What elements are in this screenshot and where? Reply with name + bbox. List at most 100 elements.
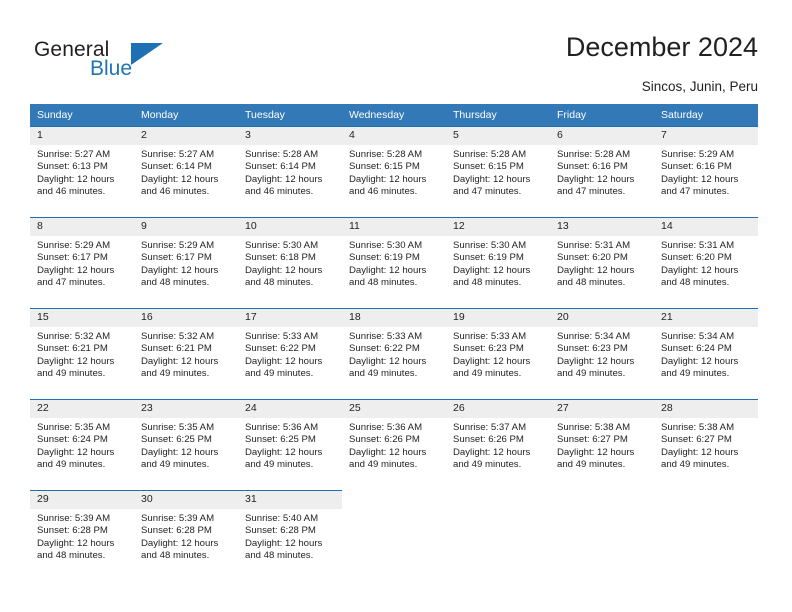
daylight-text-line2: and 47 minutes. [453,186,522,198]
day-details: Sunrise: 5:38 AM Sunset: 6:27 PM Daylight:… [654,418,758,472]
day-cell-inner: 10 Sunrise: 5:30 AM Sunset: 6:18 PM Dayligh… [238,217,342,308]
calendar-day-cell[interactable]: 31 Sunrise: 5:40 AM Sunset: 6:28 PM Dayligh… [238,490,342,581]
sunset-text: Sunset: 6:19 PM [349,252,420,264]
daylight-text-line2: and 48 minutes. [37,550,106,562]
day-number: 4 [342,127,446,145]
day-cell-inner [654,490,758,580]
day-details: Sunrise: 5:29 AM Sunset: 6:17 PM Daylight:… [134,236,238,290]
calendar-day-cell[interactable]: 16 Sunrise: 5:32 AM Sunset: 6:21 PM Dayligh… [134,308,238,399]
calendar-day-cell[interactable]: 8 Sunrise: 5:29 AM Sunset: 6:17 PM Daylight… [30,217,134,308]
sunrise-text: Sunrise: 5:27 AM [37,149,111,160]
calendar-day-cell[interactable]: 17 Sunrise: 5:33 AM Sunset: 6:22 PM Dayligh… [238,308,342,399]
day-cell-inner: 31 Sunrise: 5:40 AM Sunset: 6:28 PM Dayligh… [238,490,342,581]
calendar-day-cell[interactable]: 12 Sunrise: 5:30 AM Sunset: 6:19 PM Dayligh… [446,217,550,308]
calendar-day-cell[interactable]: 1 Sunrise: 5:27 AM Sunset: 6:13 PM Daylight… [30,126,134,217]
calendar-day-cell[interactable]: 21 Sunrise: 5:34 AM Sunset: 6:24 PM Dayligh… [654,308,758,399]
calendar-day-cell[interactable]: 24 Sunrise: 5:36 AM Sunset: 6:25 PM Dayligh… [238,399,342,490]
sunrise-text: Sunrise: 5:38 AM [661,422,735,433]
day-number: 8 [30,218,134,236]
sunrise-text: Sunrise: 5:40 AM [245,513,319,524]
day-details: Sunrise: 5:31 AM Sunset: 6:20 PM Daylight:… [550,236,654,290]
sunrise-text: Sunrise: 5:32 AM [37,331,111,342]
sunrise-text: Sunrise: 5:33 AM [349,331,423,342]
day-details: Sunrise: 5:35 AM Sunset: 6:24 PM Daylight:… [30,418,134,472]
calendar-day-cell[interactable]: 19 Sunrise: 5:33 AM Sunset: 6:23 PM Dayligh… [446,308,550,399]
daylight-text-line1: Daylight: 12 hours [453,264,531,276]
day-cell-inner: 22 Sunrise: 5:35 AM Sunset: 6:24 PM Dayligh… [30,399,134,490]
day-number: 10 [238,218,342,236]
daylight-text-line2: and 47 minutes. [661,186,730,198]
day-number: 11 [342,218,446,236]
day-details: Sunrise: 5:34 AM Sunset: 6:24 PM Daylight:… [654,327,758,381]
calendar-day-cell[interactable]: 10 Sunrise: 5:30 AM Sunset: 6:18 PM Dayligh… [238,217,342,308]
calendar-day-cell[interactable]: 22 Sunrise: 5:35 AM Sunset: 6:24 PM Dayligh… [30,399,134,490]
day-cell-inner: 11 Sunrise: 5:30 AM Sunset: 6:19 PM Dayligh… [342,217,446,308]
daylight-text-line2: and 49 minutes. [661,459,730,471]
calendar-day-cell[interactable]: 15 Sunrise: 5:32 AM Sunset: 6:21 PM Dayligh… [30,308,134,399]
brand-logo[interactable]: General Blue [34,38,234,88]
daylight-text-line1: Daylight: 12 hours [141,173,219,185]
day-cell-inner: 6 Sunrise: 5:28 AM Sunset: 6:16 PM Daylight… [550,126,654,217]
daylight-text-line2: and 48 minutes. [557,277,626,289]
calendar-day-cell[interactable]: 4 Sunrise: 5:28 AM Sunset: 6:15 PM Daylight… [342,126,446,217]
calendar-day-cell[interactable]: 14 Sunrise: 5:31 AM Sunset: 6:20 PM Dayligh… [654,217,758,308]
daylight-text-line1: Daylight: 12 hours [453,446,531,458]
calendar-day-cell[interactable]: 20 Sunrise: 5:34 AM Sunset: 6:23 PM Dayligh… [550,308,654,399]
day-number: 18 [342,309,446,327]
sunset-text: Sunset: 6:26 PM [453,434,524,446]
sunrise-text: Sunrise: 5:29 AM [661,149,735,160]
calendar-day-cell[interactable]: 3 Sunrise: 5:28 AM Sunset: 6:14 PM Daylight… [238,126,342,217]
sunset-text: Sunset: 6:27 PM [557,434,628,446]
daylight-text-line2: and 49 minutes. [37,459,106,471]
sunset-text: Sunset: 6:15 PM [453,161,524,173]
day-details: Sunrise: 5:38 AM Sunset: 6:27 PM Daylight:… [550,418,654,472]
calendar-day-cell[interactable]: 26 Sunrise: 5:37 AM Sunset: 6:26 PM Dayligh… [446,399,550,490]
daylight-text-line1: Daylight: 12 hours [37,446,115,458]
weekday-header-wednesday: Wednesday [342,104,446,126]
calendar-day-cell[interactable]: 29 Sunrise: 5:39 AM Sunset: 6:28 PM Dayligh… [30,490,134,581]
sunset-text: Sunset: 6:27 PM [661,434,732,446]
day-cell-inner: 18 Sunrise: 5:33 AM Sunset: 6:22 PM Dayligh… [342,308,446,399]
calendar-day-cell[interactable]: 23 Sunrise: 5:35 AM Sunset: 6:25 PM Dayligh… [134,399,238,490]
calendar-day-cell[interactable]: 5 Sunrise: 5:28 AM Sunset: 6:15 PM Daylight… [446,126,550,217]
calendar-day-cell[interactable]: 7 Sunrise: 5:29 AM Sunset: 6:16 PM Daylight… [654,126,758,217]
daylight-text-line2: and 49 minutes. [37,368,106,380]
day-number: 7 [654,127,758,145]
daylight-text-line1: Daylight: 12 hours [349,355,427,367]
calendar-day-cell [654,490,758,581]
calendar-day-cell[interactable]: 28 Sunrise: 5:38 AM Sunset: 6:27 PM Dayligh… [654,399,758,490]
day-cell-inner: 4 Sunrise: 5:28 AM Sunset: 6:15 PM Daylight… [342,126,446,217]
day-details: Sunrise: 5:27 AM Sunset: 6:14 PM Daylight:… [134,145,238,199]
day-details: Sunrise: 5:40 AM Sunset: 6:28 PM Daylight:… [238,509,342,563]
day-details: Sunrise: 5:32 AM Sunset: 6:21 PM Daylight:… [134,327,238,381]
calendar-day-cell[interactable]: 9 Sunrise: 5:29 AM Sunset: 6:17 PM Daylight… [134,217,238,308]
sunrise-text: Sunrise: 5:39 AM [37,513,111,524]
calendar-day-cell[interactable]: 18 Sunrise: 5:33 AM Sunset: 6:22 PM Dayligh… [342,308,446,399]
calendar-day-cell[interactable]: 13 Sunrise: 5:31 AM Sunset: 6:20 PM Dayligh… [550,217,654,308]
calendar-day-cell[interactable]: 2 Sunrise: 5:27 AM Sunset: 6:14 PM Daylight… [134,126,238,217]
day-details: Sunrise: 5:31 AM Sunset: 6:20 PM Daylight:… [654,236,758,290]
daylight-text-line2: and 47 minutes. [37,277,106,289]
day-number [550,490,654,508]
calendar-day-cell[interactable]: 30 Sunrise: 5:39 AM Sunset: 6:28 PM Dayligh… [134,490,238,581]
day-details: Sunrise: 5:27 AM Sunset: 6:13 PM Daylight:… [30,145,134,199]
daylight-text-line2: and 46 minutes. [141,186,210,198]
weekday-header-friday: Friday [550,104,654,126]
day-cell-inner: 7 Sunrise: 5:29 AM Sunset: 6:16 PM Daylight… [654,126,758,217]
sunset-text: Sunset: 6:23 PM [557,343,628,355]
daylight-text-line2: and 49 minutes. [453,368,522,380]
calendar-day-cell[interactable]: 27 Sunrise: 5:38 AM Sunset: 6:27 PM Dayligh… [550,399,654,490]
sunset-text: Sunset: 6:28 PM [37,525,108,537]
calendar-day-cell[interactable]: 25 Sunrise: 5:36 AM Sunset: 6:26 PM Dayligh… [342,399,446,490]
day-number: 2 [134,127,238,145]
daylight-text-line2: and 49 minutes. [141,459,210,471]
calendar-day-cell[interactable]: 11 Sunrise: 5:30 AM Sunset: 6:19 PM Dayligh… [342,217,446,308]
daylight-text-line1: Daylight: 12 hours [245,537,323,549]
sunrise-text: Sunrise: 5:30 AM [349,240,423,251]
sunset-text: Sunset: 6:22 PM [245,343,316,355]
sunrise-text: Sunrise: 5:27 AM [141,149,215,160]
daylight-text-line2: and 49 minutes. [245,459,314,471]
sunrise-text: Sunrise: 5:29 AM [141,240,215,251]
daylight-text-line1: Daylight: 12 hours [37,264,115,276]
calendar-day-cell[interactable]: 6 Sunrise: 5:28 AM Sunset: 6:16 PM Daylight… [550,126,654,217]
